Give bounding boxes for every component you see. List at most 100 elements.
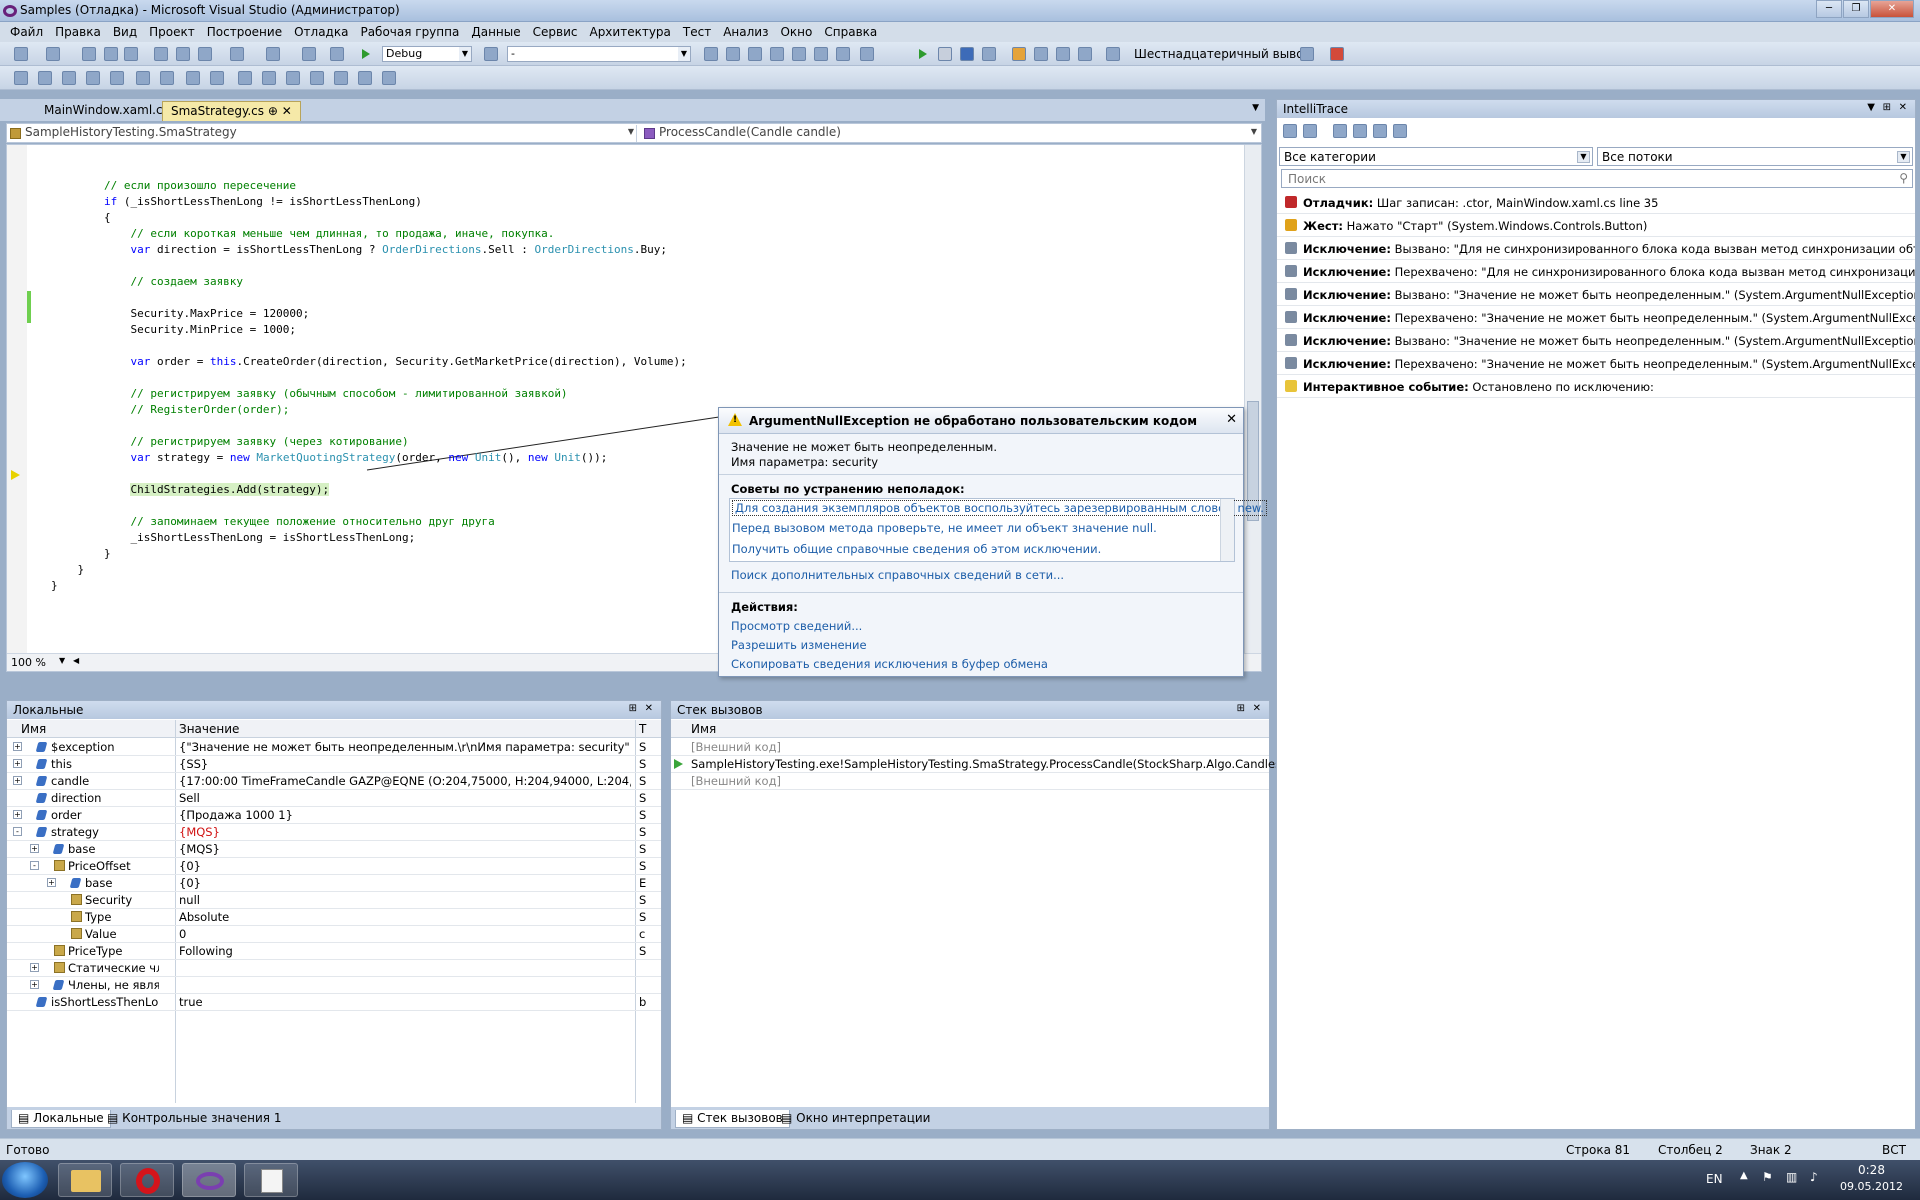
tab-call-stack[interactable]: ▤ Стек вызовов [675,1110,790,1128]
expand-icon[interactable]: + [13,759,22,768]
enable-editing-link[interactable]: Разрешить изменение [731,638,867,652]
close-icon[interactable]: ✕ [1899,102,1907,113]
close-icon[interactable]: ✕ [1226,412,1237,427]
visual-studio-taskbar-icon[interactable] [182,1163,236,1197]
command-window-icon[interactable] [836,47,850,61]
intellitrace-event[interactable]: Исключение: Перехвачено: "Значение не мо… [1277,352,1915,375]
call-stack-row[interactable]: [Внешний код] [671,739,1269,756]
pin-icon[interactable]: ⊞ [1883,102,1891,113]
local-value[interactable]: {MQS} [179,842,631,856]
menu-help[interactable]: Справка [818,25,883,39]
clock-date[interactable]: 09.05.2012 [1840,1180,1903,1193]
local-value[interactable]: true [179,995,631,1009]
breakpoints-icon[interactable] [1300,47,1314,61]
action-center-icon[interactable]: ⚑ [1762,1170,1773,1184]
column-type[interactable]: Т [639,722,646,736]
tip-link[interactable]: Для создания экземпляров объектов воспол… [732,500,1267,516]
stop-debugging-icon[interactable] [960,47,974,61]
menu-project[interactable]: Проект [143,25,201,39]
call-stack-row-current[interactable]: SampleHistoryTesting.exe!SampleHistoryTe… [671,756,1300,773]
save-icon[interactable] [104,47,118,61]
start-debugging-icon[interactable] [362,49,370,59]
solution-explorer-icon[interactable] [704,47,718,61]
menu-data[interactable]: Данные [465,25,526,39]
properties-icon[interactable] [726,47,740,61]
notepad-taskbar-icon[interactable] [244,1163,298,1197]
intellitrace-event[interactable]: Интерактивное событие: Остановлено по ис… [1277,375,1915,398]
scroll-left-icon[interactable]: ◀ [73,656,79,665]
continue-icon[interactable] [919,49,927,59]
toolbar-icon-5[interactable] [110,71,124,85]
locals-row[interactable]: + Члены, не являющиеся открытыми [7,977,661,994]
chevron-down-icon[interactable]: ▼ [1867,102,1875,113]
save-all-icon[interactable] [124,47,138,61]
minimize-button[interactable]: ─ [1816,0,1842,18]
tab-list-chevron-icon[interactable]: ▼ [1252,103,1259,113]
navigate-forward-icon[interactable] [330,47,344,61]
previous-bookmark-folder-icon[interactable] [310,71,324,85]
local-value[interactable]: Sell [179,791,631,805]
pin-icon[interactable]: ⊞ [629,703,637,714]
zoom-chevron-icon[interactable]: ▼ [59,656,65,665]
menu-architecture[interactable]: Архитектура [583,25,676,39]
locals-row[interactable]: Security null S [7,892,661,909]
expand-icon[interactable]: + [30,844,39,853]
local-value[interactable]: 0 [179,927,631,941]
view-details-link[interactable]: Просмотр сведений... [731,619,862,633]
intellitrace-event[interactable]: Отладчик: Шаг записан: .ctor, MainWindow… [1277,191,1915,214]
categories-select[interactable]: Все категории ▼ [1279,147,1593,166]
tip-link[interactable]: Перед вызовом метода проверьте, не имеет… [732,521,1157,535]
intellitrace-event[interactable]: Жест: Нажато "Старт" (System.Windows.Con… [1277,214,1915,237]
editor-vertical-scrollbar[interactable] [1244,145,1261,671]
menu-window[interactable]: Окно [774,25,818,39]
language-indicator[interactable]: EN [1706,1172,1723,1186]
local-value[interactable]: {MQS} [179,825,631,839]
close-icon[interactable]: ✕ [645,703,653,714]
locals-row[interactable]: + Статические члены [7,960,661,977]
extension-manager-icon[interactable] [792,47,806,61]
tab-immediate-window[interactable]: ▤ Окно интерпретации [775,1110,936,1128]
copy-exception-link[interactable]: Скопировать сведения исключения в буфер … [731,657,1048,671]
tab-watch[interactable]: ▤ Контрольные значения 1 [101,1110,287,1128]
locals-row[interactable]: PriceType Following S [7,943,661,960]
menu-debug[interactable]: Отладка [288,25,354,39]
toolbar-options-icon[interactable] [382,71,396,85]
object-browser-icon[interactable] [748,47,762,61]
expand-icon[interactable]: + [13,776,22,785]
intellitrace-event[interactable]: Исключение: Перехвачено: "Для не синхрон… [1277,260,1915,283]
close-tab-icon[interactable]: ✕ [282,104,292,118]
locals-row[interactable]: Value 0 c [7,926,661,943]
local-value[interactable]: {0} [179,859,631,873]
bookmark-icon[interactable] [238,71,252,85]
redo-icon[interactable] [266,47,280,61]
network-icon[interactable]: ▥ [1786,1170,1797,1184]
call-stack-row[interactable]: [Внешний код] [671,773,1269,790]
search-online-link[interactable]: Поиск дополнительных справочных сведений… [731,568,1064,582]
new-project-icon[interactable] [14,47,28,61]
comment-lines-icon[interactable] [186,71,200,85]
menu-edit[interactable]: Правка [49,25,107,39]
menu-view[interactable]: Вид [107,25,143,39]
locals-row[interactable]: + order {Продажа 1000 1} S [7,807,661,824]
paste-icon[interactable] [198,47,212,61]
locals-row[interactable]: - PriceOffset {0} S [7,858,661,875]
open-file-icon[interactable] [82,47,96,61]
next-bookmark-icon[interactable] [286,71,300,85]
member-select[interactable]: ProcessCandle(Candle candle) ▼ [641,125,1259,142]
locals-row[interactable]: direction Sell S [7,790,661,807]
local-value[interactable]: {Продажа 1000 1} [179,808,631,822]
column-name[interactable]: Имя [691,722,716,736]
expand-icon[interactable]: + [47,878,56,887]
find-in-files-icon[interactable] [484,47,498,61]
maximize-button[interactable]: ❐ [1843,0,1869,18]
output-window-icon[interactable] [860,47,874,61]
search-input[interactable]: Поиск ⚲ [1281,169,1913,188]
type-select[interactable]: SampleHistoryTesting.SmaStrategy ▼ [7,125,637,142]
show-hidden-icons-icon[interactable]: ▲ [1740,1170,1748,1181]
menu-file[interactable]: Файл [4,25,49,39]
refresh-icon[interactable] [1353,124,1367,138]
tip-link[interactable]: Получить общие справочные сведения об эт… [732,542,1101,556]
step-out-icon[interactable] [1078,47,1092,61]
open-log-icon[interactable] [1373,124,1387,138]
expand-icon[interactable]: + [30,963,39,972]
